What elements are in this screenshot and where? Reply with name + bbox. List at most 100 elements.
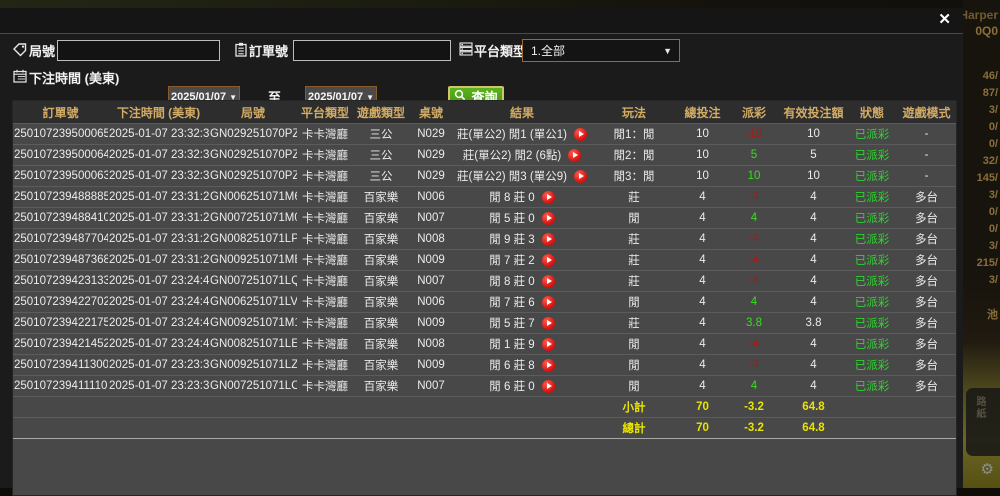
- cell-table-no: N008: [417, 233, 445, 245]
- cell-table-no: N006: [417, 296, 445, 308]
- cell-status: 已派彩: [854, 150, 890, 162]
- cell-round-no: GN007251071LQ: [210, 275, 297, 287]
- cell-round-no: GN006251071M6: [210, 191, 297, 203]
- cell-payout: -4: [748, 254, 760, 266]
- background-text-fragment: 145/: [976, 172, 998, 184]
- cell-payout: 5: [750, 149, 758, 161]
- cell-bet-time: 2025-01-07 23:24:48: [109, 275, 209, 287]
- cell-game-type: 百家樂: [363, 318, 399, 330]
- replay-play-icon[interactable]: [573, 127, 587, 141]
- replay-play-icon[interactable]: [541, 274, 555, 288]
- result-text: 閒 8 莊 0: [489, 276, 535, 288]
- cell-mode: 多台: [915, 381, 938, 393]
- cell-game-type: 百家樂: [363, 276, 399, 288]
- cell-table-no: N007: [417, 380, 445, 392]
- column-header: 遊戲模式: [897, 101, 956, 124]
- cell-table-no: N009: [417, 254, 445, 266]
- cell-bet-type: 閒2：閒: [613, 150, 655, 162]
- cell-game-type: 百家樂: [363, 297, 399, 309]
- cell-platform: 卡卡灣廳: [302, 171, 348, 183]
- cell-payout: 4: [750, 212, 758, 224]
- cell-payout: -10: [745, 128, 763, 140]
- background-text-fragment: 87/: [982, 87, 998, 99]
- cell-status: 已派彩: [854, 297, 890, 309]
- cell-mode: 多台: [915, 297, 938, 309]
- cell-payout: -4: [748, 233, 760, 245]
- cell-valid-bet: 3.8: [805, 317, 822, 329]
- replay-play-icon[interactable]: [541, 211, 555, 225]
- cell-table-no: N007: [417, 212, 445, 224]
- result-text: 閒 5 莊 7: [489, 318, 535, 330]
- column-header: 派彩: [728, 101, 780, 124]
- replay-play-icon[interactable]: [541, 337, 555, 351]
- cell-bet-time: 2025-01-07 23:31:29: [109, 191, 209, 203]
- replay-play-icon[interactable]: [573, 169, 587, 183]
- cell-result: 閒 6 莊 0: [453, 376, 591, 397]
- replay-play-icon[interactable]: [541, 316, 555, 330]
- cell-table-no: N009: [417, 359, 445, 371]
- cell-table-no: N029: [417, 128, 445, 140]
- cell-mode: 多台: [915, 234, 938, 246]
- replay-play-icon[interactable]: [568, 148, 582, 162]
- cell-bet-type: 閒: [628, 339, 640, 351]
- cell-bet-type: 閒: [628, 297, 640, 309]
- cell-result: 閒 5 莊 7: [453, 313, 591, 334]
- cell-result: 閒 5 莊 0: [453, 208, 591, 229]
- chevron-down-icon: ▼: [663, 45, 672, 56]
- cell-payout: -4: [748, 191, 760, 203]
- cell-valid-bet: 4: [810, 275, 817, 287]
- close-icon[interactable]: ✕: [938, 11, 951, 29]
- table-header-row: 訂單號 下注時間 (美東) 局號 平台類型 遊戲類型 桌號 結果 玩法 總投注 派彩 有效投注額 狀態…: [13, 101, 956, 124]
- summary-value: [847, 397, 897, 418]
- background-text-fragment: 215/: [976, 257, 998, 269]
- cell-bet-time: 2025-01-07 23:32:32: [109, 170, 209, 182]
- background-text-fragment: 3/: [988, 189, 998, 201]
- summary-value: -3.2: [744, 422, 764, 434]
- round-no-input[interactable]: [57, 40, 220, 61]
- column-header: 總投注: [677, 101, 728, 124]
- replay-play-icon[interactable]: [541, 358, 555, 372]
- bet-records-dialog: ✕ 局號 訂單號 平台類型 1.全部 ▼ 下注時間 (美東) 2025/01/0…: [0, 8, 963, 496]
- cell-order-no: 250107239422702: [14, 296, 108, 308]
- replay-play-icon[interactable]: [541, 253, 555, 267]
- column-header: 狀態: [847, 101, 897, 124]
- cell-result: 閒 6 莊 8: [453, 355, 591, 376]
- result-text: 莊(單公2) 閒2 (6點): [462, 150, 562, 162]
- replay-play-icon[interactable]: [541, 379, 555, 393]
- cell-result: 閒 1 莊 9: [453, 334, 591, 355]
- background-text-fragment: 0/: [988, 121, 998, 133]
- cell-bet-type: 莊: [628, 276, 640, 288]
- summary-value: -3.2: [744, 401, 764, 413]
- cell-status: 已派彩: [854, 129, 890, 141]
- dialog-header: ✕: [0, 8, 963, 34]
- cell-round-no: GN009251071MB: [210, 254, 297, 266]
- cell-order-no: 250107239488885: [14, 191, 108, 203]
- table-row: 250107239500063 2025-01-07 23:32:32 GN0292…: [13, 166, 956, 187]
- replay-play-icon[interactable]: [541, 295, 555, 309]
- replay-play-icon[interactable]: [541, 232, 555, 246]
- column-header: 桌號: [409, 101, 453, 124]
- summary-value: [897, 397, 956, 418]
- order-no-input[interactable]: [293, 40, 451, 61]
- cell-status: 已派彩: [854, 276, 890, 288]
- cell-result: 閒 8 莊 0: [453, 187, 591, 208]
- background-panel-text: 路紙: [974, 396, 985, 420]
- cell-mode: 多台: [915, 213, 938, 225]
- cell-result: 莊(單公2) 閒2 (6點): [453, 145, 591, 166]
- cell-status: 已派彩: [854, 234, 890, 246]
- platform-type-select[interactable]: 1.全部 ▼: [522, 39, 680, 62]
- cell-order-no: 250107239488410: [14, 212, 108, 224]
- cell-table-no: N029: [417, 149, 445, 161]
- table-row: 250107239411110 2025-01-07 23:23:34 GN0072…: [13, 376, 956, 397]
- cell-platform: 卡卡灣廳: [302, 255, 348, 267]
- replay-play-icon[interactable]: [541, 190, 555, 204]
- cell-mode: 多台: [915, 360, 938, 372]
- cell-mode: -: [924, 128, 929, 140]
- cell-platform: 卡卡灣廳: [302, 276, 348, 288]
- background-text-fragment: 0/: [988, 206, 998, 218]
- cell-game-type: 百家樂: [363, 255, 399, 267]
- cell-round-no: GN009251071LZ: [210, 359, 297, 371]
- cell-bet-time: 2025-01-07 23:24:46: [109, 296, 209, 308]
- table-row: 250107239488410 2025-01-07 23:31:27 GN0072…: [13, 208, 956, 229]
- result-text: 閒 1 莊 9: [489, 339, 535, 351]
